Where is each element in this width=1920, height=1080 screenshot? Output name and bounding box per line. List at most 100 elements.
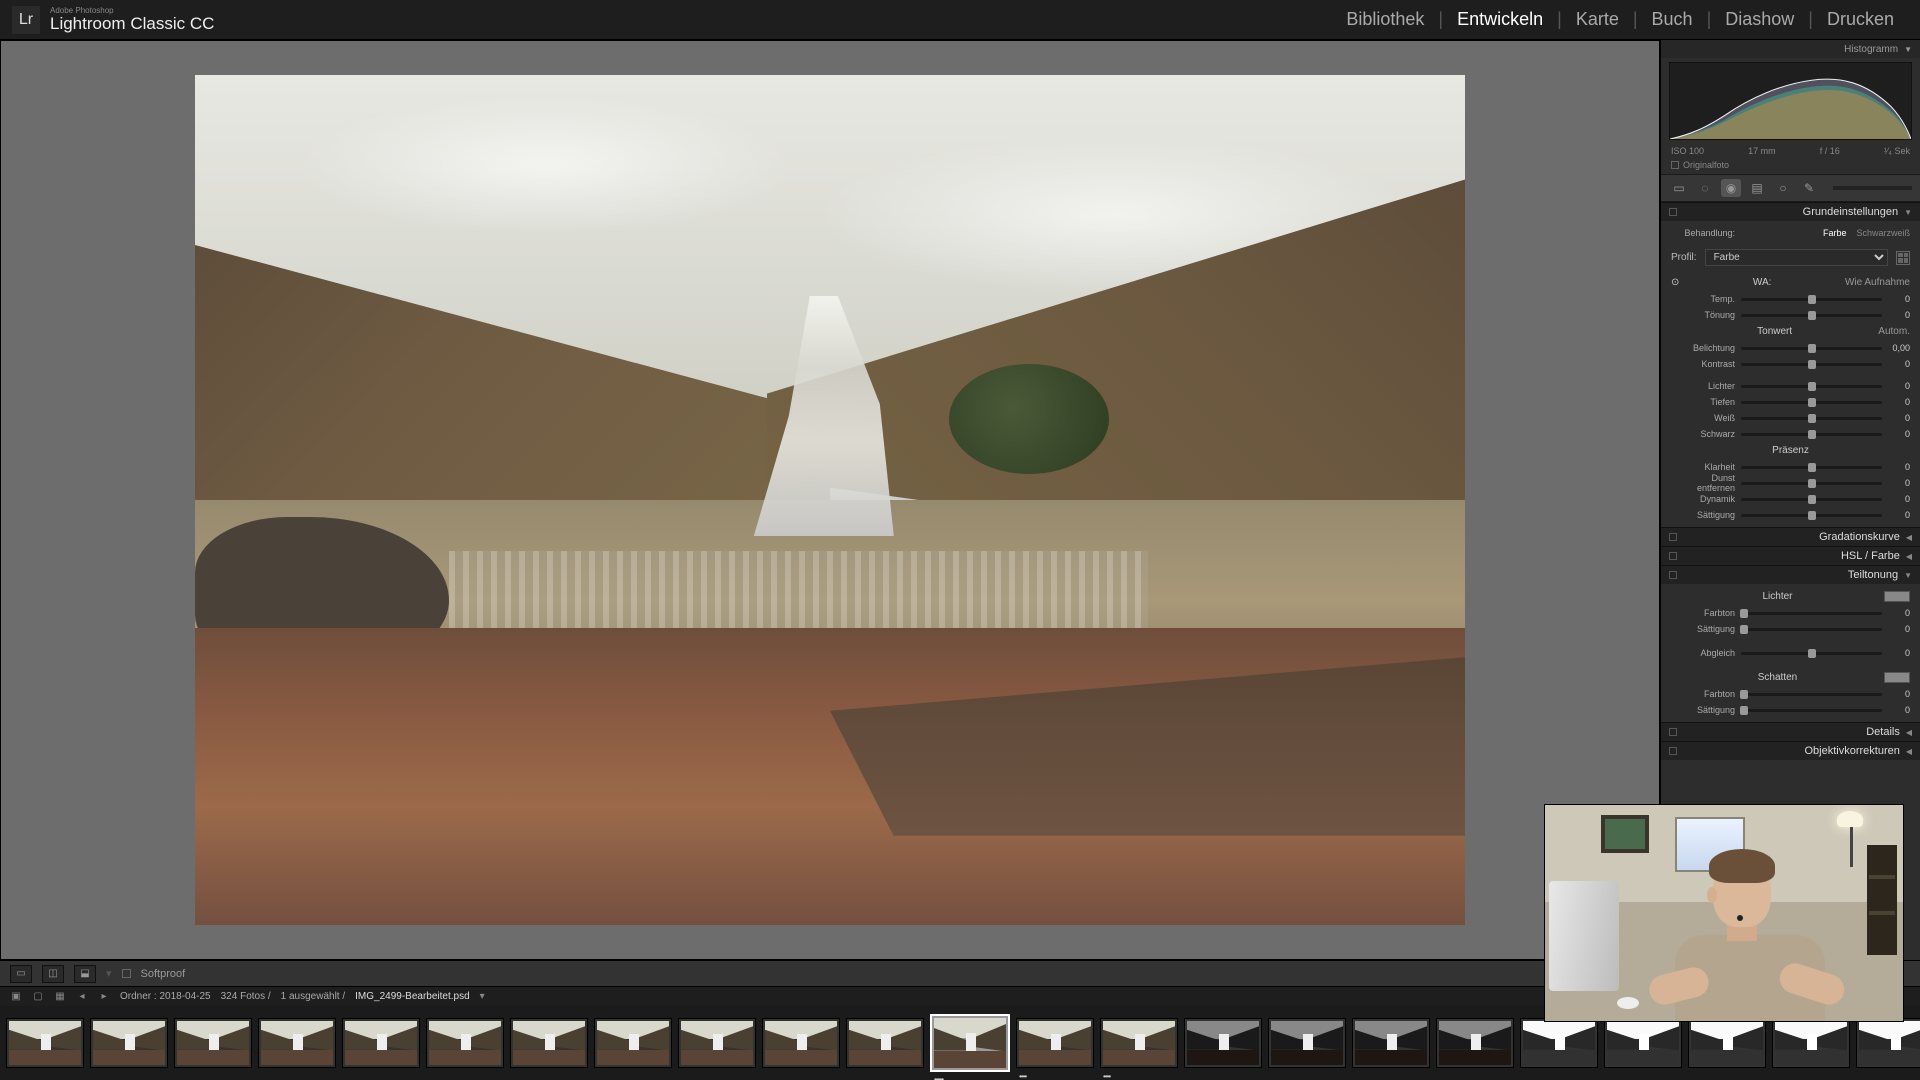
temp-value[interactable]: 0 — [1882, 294, 1910, 304]
shadows-slider[interactable] — [1741, 401, 1882, 404]
crop-tool[interactable]: ▭ — [1669, 179, 1689, 197]
thumbnail[interactable] — [426, 1018, 504, 1068]
module-diashow[interactable]: Diashow — [1711, 9, 1808, 30]
original-toggle[interactable]: Originalfoto — [1661, 158, 1920, 174]
treatment-bw[interactable]: Schwarzweiß — [1856, 228, 1910, 238]
module-buch[interactable]: Buch — [1638, 9, 1707, 30]
spot-tool[interactable]: ◌ — [1695, 179, 1715, 197]
compare-view-icon[interactable]: ◫ — [42, 965, 64, 983]
thumbnail[interactable] — [1604, 1018, 1682, 1068]
profile-select[interactable]: Farbe — [1705, 249, 1888, 266]
split-panel-header[interactable]: Teiltonung▼ — [1661, 565, 1920, 584]
before-after-icon[interactable]: ⬓ — [74, 965, 96, 983]
tool-size-slider[interactable] — [1833, 186, 1912, 190]
highlights-value[interactable]: 0 — [1882, 381, 1910, 391]
profile-browser-icon[interactable] — [1896, 251, 1910, 265]
thumbnail[interactable] — [1268, 1018, 1346, 1068]
exposure-value[interactable]: 0,00 — [1882, 343, 1910, 353]
split-sh-hue-slider[interactable] — [1741, 693, 1882, 696]
folder-path[interactable]: Ordner : 2018-04-25 — [120, 991, 211, 1002]
curve-panel-header[interactable]: Gradationskurve◀ — [1661, 527, 1920, 546]
module-karte[interactable]: Karte — [1562, 9, 1633, 30]
thumbnail[interactable] — [1184, 1018, 1262, 1068]
vibrance-value[interactable]: 0 — [1882, 494, 1910, 504]
exposure-slider[interactable] — [1741, 347, 1882, 350]
saturation-value[interactable]: 0 — [1882, 510, 1910, 520]
module-drucken[interactable]: Drucken — [1813, 9, 1908, 30]
split-balance-slider[interactable] — [1741, 652, 1882, 655]
thumbnail[interactable] — [1352, 1018, 1430, 1068]
thumbnail[interactable] — [678, 1018, 756, 1068]
loupe-view-icon[interactable]: ▭ — [10, 965, 32, 983]
contrast-value[interactable]: 0 — [1882, 359, 1910, 369]
histogram[interactable] — [1669, 62, 1912, 140]
thumbnail[interactable] — [1520, 1018, 1598, 1068]
dehaze-slider[interactable] — [1741, 482, 1882, 485]
temp-slider[interactable] — [1741, 298, 1882, 301]
wb-preset[interactable]: Wie Aufnahme — [1845, 277, 1910, 288]
thumbnail[interactable] — [6, 1018, 84, 1068]
whites-value[interactable]: 0 — [1882, 413, 1910, 423]
thumbnail[interactable] — [1772, 1018, 1850, 1068]
thumbnail[interactable] — [90, 1018, 168, 1068]
saturation-slider[interactable] — [1741, 514, 1882, 517]
collapse-icon[interactable]: ▼ — [1904, 208, 1912, 217]
split-sh-swatch[interactable] — [1884, 672, 1910, 683]
clarity-value[interactable]: 0 — [1882, 462, 1910, 472]
histogram-header[interactable]: Histogramm ▼ — [1661, 40, 1920, 58]
thumbnail[interactable] — [594, 1018, 672, 1068]
photo-canvas[interactable] — [195, 75, 1465, 925]
tint-slider[interactable] — [1741, 314, 1882, 317]
forward-icon[interactable]: ▸ — [98, 991, 110, 1003]
thumbnail[interactable] — [510, 1018, 588, 1068]
blacks-value[interactable]: 0 — [1882, 429, 1910, 439]
thumbnail[interactable] — [846, 1018, 924, 1068]
thumbnail[interactable] — [1688, 1018, 1766, 1068]
canvas-area[interactable] — [0, 40, 1660, 960]
split-balance-label: Abgleich — [1671, 648, 1741, 658]
thumbnail[interactable] — [1436, 1018, 1514, 1068]
radial-tool[interactable]: ○ — [1773, 179, 1793, 197]
hsl-panel-header[interactable]: HSL / Farbe◀ — [1661, 546, 1920, 565]
split-sh-hue-label: Farbton — [1671, 689, 1741, 699]
clarity-label: Klarheit — [1671, 462, 1741, 472]
brush-tool[interactable]: ✎ — [1799, 179, 1819, 197]
split-sh-sat-slider[interactable] — [1741, 709, 1882, 712]
thumbnail[interactable] — [1856, 1018, 1920, 1068]
split-hi-swatch[interactable] — [1884, 591, 1910, 602]
back-icon[interactable]: ◂ — [76, 991, 88, 1003]
dehaze-value[interactable]: 0 — [1882, 478, 1910, 488]
second-window-2-icon[interactable]: ▢ — [32, 991, 44, 1003]
shadows-value[interactable]: 0 — [1882, 397, 1910, 407]
highlights-slider[interactable] — [1741, 385, 1882, 388]
checkbox-icon[interactable] — [1671, 161, 1679, 169]
redeye-tool[interactable]: ◉ — [1721, 179, 1741, 197]
module-bibliothek[interactable]: Bibliothek — [1332, 9, 1438, 30]
second-window-icon[interactable]: ▣ — [10, 991, 22, 1003]
thumbnail[interactable] — [762, 1018, 840, 1068]
auto-tone[interactable]: Autom. — [1878, 326, 1910, 337]
lens-panel-header[interactable]: Objektivkorrekturen◀ — [1661, 741, 1920, 760]
collapse-icon[interactable]: ▼ — [1904, 45, 1912, 54]
grid-icon[interactable]: ▦ — [54, 991, 66, 1003]
module-entwickeln[interactable]: Entwickeln — [1443, 9, 1557, 30]
vibrance-slider[interactable] — [1741, 498, 1882, 501]
split-hi-sat-slider[interactable] — [1741, 628, 1882, 631]
tint-value[interactable]: 0 — [1882, 310, 1910, 320]
thumbnail[interactable]: ••••• — [930, 1014, 1010, 1072]
thumbnail[interactable] — [342, 1018, 420, 1068]
detail-panel-header[interactable]: Details◀ — [1661, 722, 1920, 741]
basic-panel-header[interactable]: Grundeinstellungen ▼ — [1661, 202, 1920, 221]
blacks-slider[interactable] — [1741, 433, 1882, 436]
softproof-checkbox[interactable] — [122, 969, 131, 978]
thumbnail[interactable]: •••• — [1016, 1018, 1094, 1068]
split-hi-hue-slider[interactable] — [1741, 612, 1882, 615]
clarity-slider[interactable] — [1741, 466, 1882, 469]
thumbnail[interactable]: •••• — [1100, 1018, 1178, 1068]
contrast-slider[interactable] — [1741, 363, 1882, 366]
thumbnail[interactable] — [258, 1018, 336, 1068]
treatment-color[interactable]: Farbe — [1823, 228, 1847, 238]
gradient-tool[interactable]: ▤ — [1747, 179, 1767, 197]
whites-slider[interactable] — [1741, 417, 1882, 420]
thumbnail[interactable] — [174, 1018, 252, 1068]
